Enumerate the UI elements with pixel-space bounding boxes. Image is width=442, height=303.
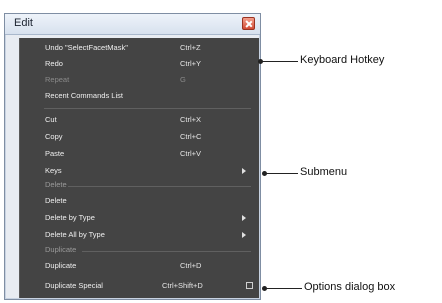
menu-item-hotkey: Ctrl+Shift+D — [162, 281, 203, 290]
callout-keyboard-hotkey: Keyboard Hotkey — [300, 54, 385, 66]
window-title: Edit — [14, 17, 33, 29]
menu-item-hotkey: Ctrl+X — [180, 115, 202, 124]
menu-item-hotkey: Ctrl+C — [180, 132, 202, 141]
menu-item-redo[interactable]: Redo Ctrl+Y — [20, 56, 259, 72]
edit-menu-window: Edit Undo "SelectFacetMask" Ctrl+Z Redo … — [4, 13, 261, 300]
menu-item-label: Redo — [45, 59, 63, 68]
menu-section-divider — [82, 251, 251, 252]
menu-item-label: Repeat — [45, 75, 70, 84]
menu-item-label: Paste — [45, 149, 65, 158]
menu-item-label: Cut — [45, 115, 57, 124]
menu-item-label: Duplicate — [45, 261, 77, 270]
menu-item-duplicate[interactable]: Duplicate Ctrl+D — [20, 258, 259, 274]
menu-item-duplicate-special[interactable]: Duplicate Special Ctrl+Shift+D — [20, 278, 259, 294]
menu-item-hotkey: G — [180, 75, 186, 84]
menu-item-cut[interactable]: Cut Ctrl+X — [20, 112, 259, 128]
callout-line-hotkey — [262, 61, 298, 62]
menu-section-label: Duplicate — [45, 245, 77, 254]
menu-item-label: Duplicate Special — [45, 281, 103, 290]
menu-item-hotkey: Ctrl+Z — [180, 43, 201, 52]
menu-divider — [44, 108, 251, 109]
menu-item-label: Delete by Type — [45, 213, 95, 222]
menu-item-hotkey: Ctrl+V — [180, 149, 202, 158]
menu-item-hotkey: Ctrl+Y — [180, 59, 202, 68]
menu-item-label: Delete All by Type — [45, 230, 105, 239]
menu-item-label: Undo "SelectFacetMask" — [45, 43, 128, 52]
menu-item-label: Recent Commands List — [45, 91, 123, 100]
menu-item-hotkey: Ctrl+D — [180, 261, 202, 270]
title-bar: Edit — [5, 14, 260, 35]
menu-item-label: Delete — [45, 196, 67, 205]
menu-item-delete-all-by-type[interactable]: Delete All by Type — [20, 227, 259, 243]
menu-item-label: Copy — [45, 132, 63, 141]
menu-section-divider — [68, 186, 251, 187]
screenshot-canvas: Edit Undo "SelectFacetMask" Ctrl+Z Redo … — [0, 0, 442, 303]
options-box-icon[interactable] — [246, 282, 253, 289]
submenu-arrow-icon — [242, 215, 246, 221]
menu-item-repeat: Repeat G — [20, 72, 259, 88]
menu-section-label: Delete — [45, 180, 67, 189]
menu-item-copy[interactable]: Copy Ctrl+C — [20, 129, 259, 145]
menu-item-delete-by-type[interactable]: Delete by Type — [20, 210, 259, 226]
callout-line-options — [266, 288, 302, 289]
menu-section-delete: Delete — [20, 177, 259, 193]
submenu-arrow-icon — [242, 232, 246, 238]
callout-line-submenu — [266, 173, 298, 174]
callout-options-dialog-box: Options dialog box — [304, 281, 396, 293]
menu-section-duplicate: Duplicate — [20, 242, 259, 258]
menu-item-paste[interactable]: Paste Ctrl+V — [20, 146, 259, 162]
callout-submenu: Submenu — [300, 166, 348, 178]
menu-item-delete[interactable]: Delete — [20, 193, 259, 209]
close-icon[interactable] — [242, 17, 255, 30]
menu-item-undo[interactable]: Undo "SelectFacetMask" Ctrl+Z — [20, 40, 259, 56]
submenu-arrow-icon — [242, 168, 246, 174]
edit-menu-panel: Undo "SelectFacetMask" Ctrl+Z Redo Ctrl+… — [19, 38, 259, 298]
menu-item-recent-commands[interactable]: Recent Commands List — [20, 88, 259, 104]
